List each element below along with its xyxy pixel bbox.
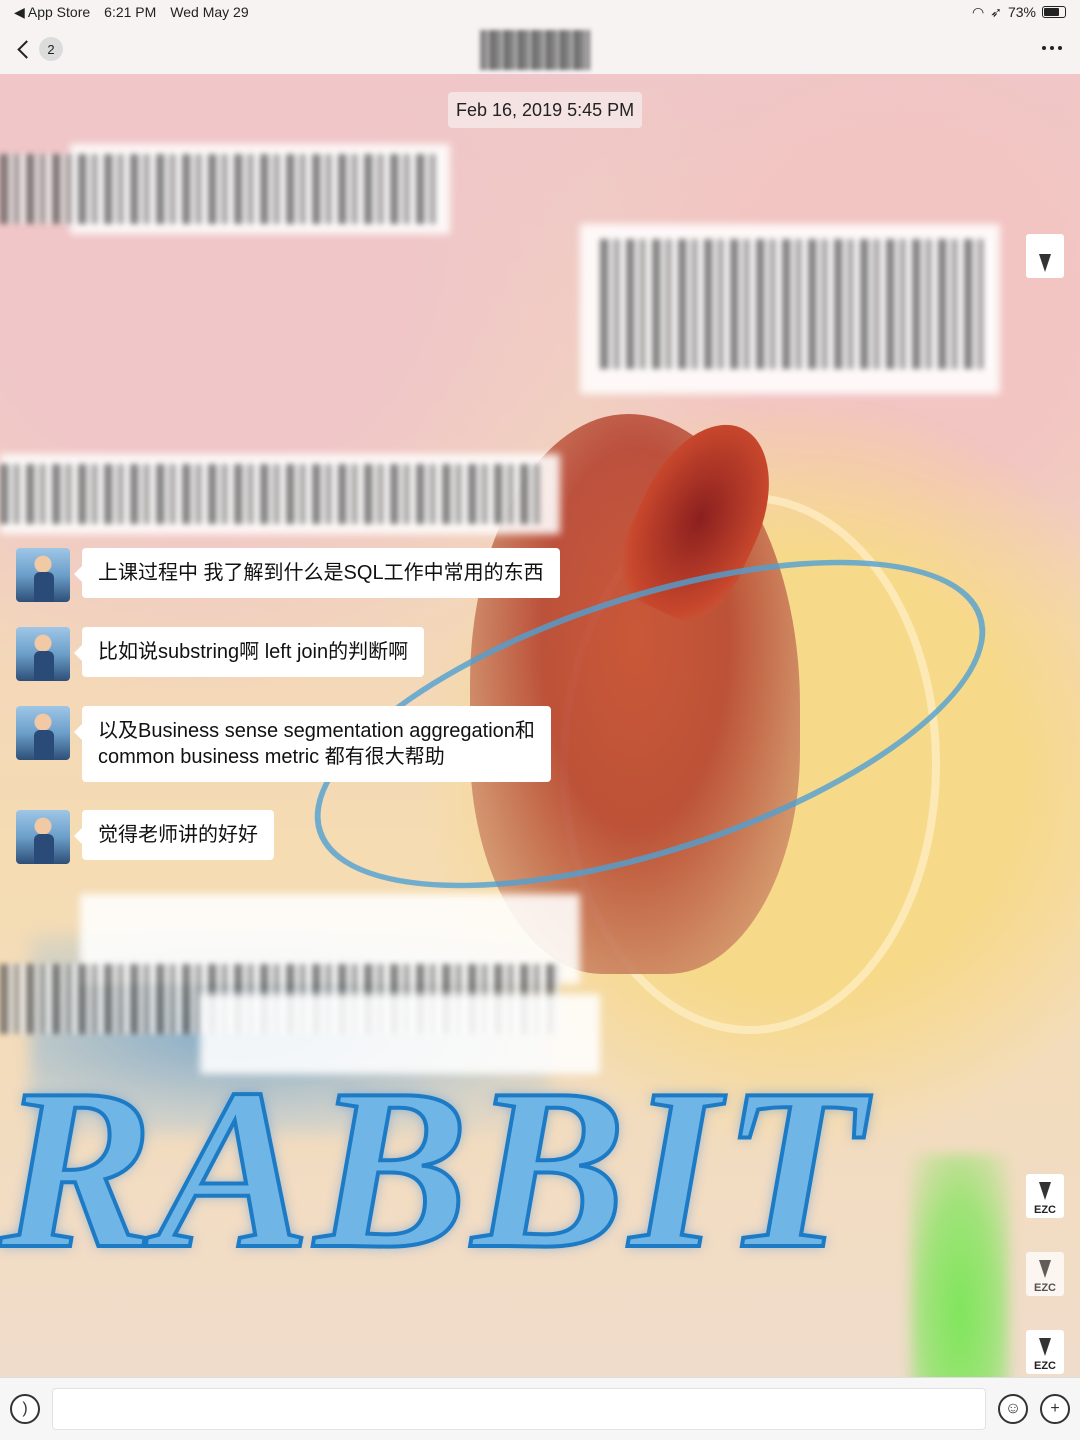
sender-avatar[interactable] — [16, 810, 70, 864]
chat-title-redacted — [480, 30, 590, 70]
voice-input-button[interactable]: ) — [10, 1394, 40, 1424]
back-button[interactable]: 2 — [14, 37, 63, 61]
battery-icon — [1042, 6, 1066, 18]
message-row: 觉得老师讲的好好 — [16, 810, 274, 864]
wifi-icon: ◠ — [972, 3, 985, 20]
peer-avatar-label: EZC — [1034, 1204, 1056, 1216]
more-dot-icon — [1058, 46, 1062, 50]
message-row: 上课过程中 我了解到什么是SQL工作中常用的东西 — [16, 548, 560, 602]
redaction-mark — [0, 154, 440, 224]
peer-avatar[interactable]: EZC — [1026, 1252, 1064, 1296]
battery-percent: 73% — [1007, 4, 1036, 20]
message-input[interactable] — [52, 1388, 986, 1430]
tie-icon — [1039, 1182, 1051, 1200]
message-bubble[interactable]: 觉得老师讲的好好 — [74, 810, 274, 860]
redaction-mark — [200, 994, 600, 1074]
sender-avatar[interactable] — [16, 627, 70, 681]
peer-avatar[interactable] — [1026, 234, 1064, 278]
peer-avatar[interactable]: EZC — [1026, 1174, 1064, 1218]
more-dot-icon — [1042, 46, 1046, 50]
unread-badge: 2 — [39, 37, 63, 61]
status-time: 6:21 PM — [104, 4, 157, 20]
voice-icon: ) — [22, 1400, 28, 1417]
wallpaper-green-splash — [910, 1154, 1010, 1377]
peer-avatar-label: EZC — [1034, 1360, 1056, 1372]
redaction-mark — [0, 464, 540, 524]
message-line: common business metric 都有很大帮助 — [98, 746, 445, 768]
plus-icon: + — [1050, 1400, 1060, 1417]
chat-area[interactable]: RABBIT Feb 16, 2019 5:45 PM 上课过程中 我了解到什么… — [0, 74, 1080, 1377]
more-options-button[interactable] — [1042, 46, 1062, 50]
input-bar: ) ☺ + — [0, 1377, 1080, 1440]
redaction-mark — [600, 239, 990, 369]
status-date: Wed May 29 — [170, 4, 249, 20]
message-line: 以及Business sense segmentation aggregatio… — [98, 720, 535, 742]
tie-icon — [1039, 1260, 1051, 1278]
message-timestamp: Feb 16, 2019 5:45 PM — [448, 92, 643, 128]
chevron-left-icon — [17, 39, 36, 59]
emoji-button[interactable]: ☺ — [998, 1394, 1028, 1424]
more-dot-icon — [1050, 46, 1054, 50]
sender-avatar[interactable] — [16, 706, 70, 760]
message-row: 以及Business sense segmentation aggregatio… — [16, 706, 551, 782]
message-bubble[interactable]: 上课过程中 我了解到什么是SQL工作中常用的东西 — [74, 548, 560, 598]
message-row: 比如说substring啊 left join的判断啊 — [16, 627, 425, 681]
smiley-icon: ☺ — [1004, 1400, 1022, 1417]
message-bubble[interactable]: 以及Business sense segmentation aggregatio… — [74, 706, 551, 782]
tie-icon — [1039, 254, 1051, 272]
back-to-app-link[interactable]: ◀ App Store — [14, 4, 90, 21]
tie-icon — [1039, 1338, 1051, 1356]
chat-header: 2 — [0, 24, 1080, 74]
location-icon: ➶ — [990, 3, 1002, 20]
peer-avatar-label: EZC — [1034, 1282, 1056, 1294]
status-bar: ◀ App Store 6:21 PM Wed May 29 ◠ ➶ 73% — [0, 0, 1080, 24]
sender-avatar[interactable] — [16, 548, 70, 602]
peer-avatar[interactable]: EZC — [1026, 1330, 1064, 1374]
message-bubble[interactable]: 比如说substring啊 left join的判断啊 — [73, 627, 425, 677]
more-actions-button[interactable]: + — [1040, 1394, 1070, 1424]
